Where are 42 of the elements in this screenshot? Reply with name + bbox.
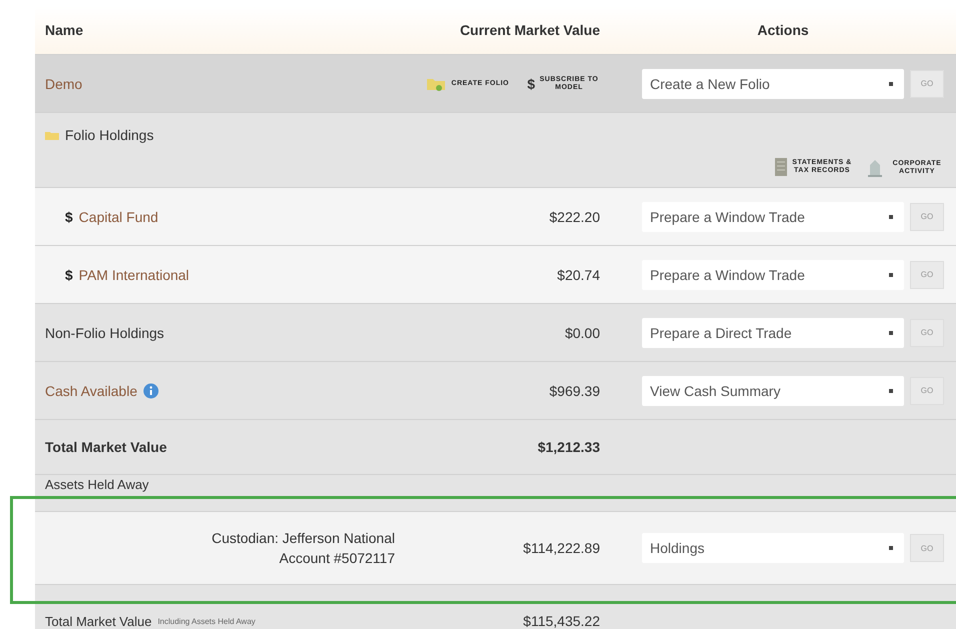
total-label: Total Market Value [45,614,152,629]
market-value: $969.39 [548,382,601,398]
action-dropdown[interactable]: Create a New Folio [642,68,904,98]
custodian-name: Custodian: Jefferson National [212,530,395,546]
row-label: Non-Folio Holdings [45,324,164,340]
total-value: $115,435.22 [522,613,601,629]
action-dropdown[interactable]: Prepare a Direct Trade [642,318,904,348]
caret-icon [888,330,894,336]
cash-link[interactable]: Cash Available [45,382,138,398]
action-dropdown[interactable]: Prepare a Window Trade [642,260,904,290]
action-dropdown[interactable]: Prepare a Window Trade [642,202,904,232]
dollar-icon: $ [65,266,73,282]
caret-icon [888,272,894,278]
caret-icon [888,545,894,551]
fund-link[interactable]: PAM International [78,266,190,282]
fund-link[interactable]: Capital Fund [78,208,158,224]
market-value: $20.74 [556,266,601,282]
total-value: $1,212.33 [536,439,601,455]
total-label: Total Market Value [44,439,168,455]
caret-icon [888,214,894,220]
dollar-icon: $ [527,76,535,92]
market-value: $0.00 [564,324,601,340]
caret-icon [888,388,894,394]
account-link[interactable]: Demo [35,76,400,92]
column-header: Current Market Value [458,22,601,38]
dollar-icon: $ [65,208,73,224]
account-number: Account #5072117 [279,550,395,566]
section-title: Folio Holdings [65,127,154,143]
folder-icon [426,76,446,90]
market-value: $222.20 [548,208,601,224]
action-dropdown[interactable]: View Cash Summary [642,376,904,406]
column-header: Actions [756,22,810,38]
folder-icon [45,130,59,140]
action-dropdown[interactable]: Holdings [642,533,904,563]
caret-icon [888,80,894,86]
building-icon [867,159,883,177]
section-title: Assets Held Away [44,476,150,492]
info-icon[interactable] [143,382,160,398]
document-icon [774,157,788,177]
market-value: $114,222.89 [522,540,601,556]
column-header: Name [44,22,84,38]
total-note: Including Assets Held Away [158,617,256,626]
